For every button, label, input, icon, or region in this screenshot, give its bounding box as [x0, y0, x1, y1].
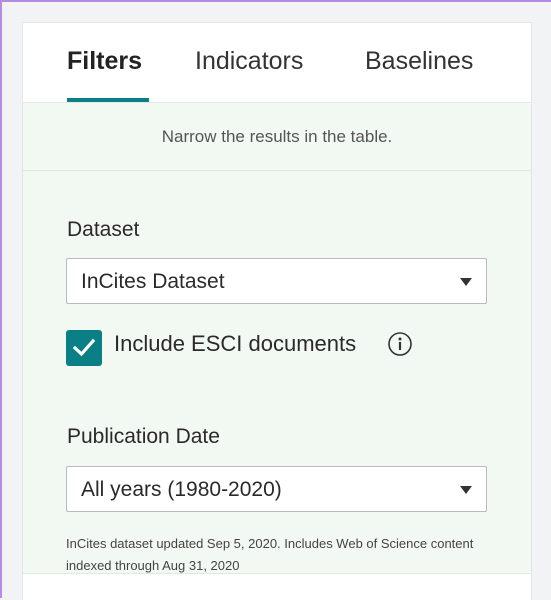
dataset-select-value: InCites Dataset: [81, 270, 225, 293]
esci-checkbox-label[interactable]: Include ESCI documents: [114, 331, 356, 357]
publication-date-label: Publication Date: [67, 425, 220, 448]
info-icon[interactable]: [387, 331, 413, 357]
dataset-update-note: InCites dataset updated Sep 5, 2020. Inc…: [66, 536, 474, 573]
esci-checkbox[interactable]: [66, 330, 102, 366]
filters-content: Narrow the results in the table. Dataset…: [23, 103, 531, 573]
chevron-down-icon: [460, 486, 472, 494]
active-tab-indicator: [67, 98, 149, 102]
dataset-select[interactable]: InCites Dataset: [66, 258, 487, 304]
next-section-edge: [23, 573, 531, 600]
checkmark-icon: [72, 338, 96, 357]
window-frame: Filters Indicators Baselines Narrow the …: [0, 0, 551, 600]
chevron-down-icon: [460, 278, 472, 286]
tab-indicators[interactable]: Indicators: [195, 47, 303, 103]
publication-date-select-value: All years (1980-2020): [81, 478, 282, 501]
tab-filters[interactable]: Filters: [67, 47, 142, 103]
publication-date-select[interactable]: All years (1980-2020): [66, 466, 487, 512]
dataset-label: Dataset: [67, 218, 140, 241]
tab-baselines[interactable]: Baselines: [365, 47, 473, 103]
filters-subtitle: Narrow the results in the table.: [23, 103, 531, 171]
filter-panel: Filters Indicators Baselines Narrow the …: [22, 22, 532, 600]
tab-bar: Filters Indicators Baselines: [23, 23, 531, 103]
